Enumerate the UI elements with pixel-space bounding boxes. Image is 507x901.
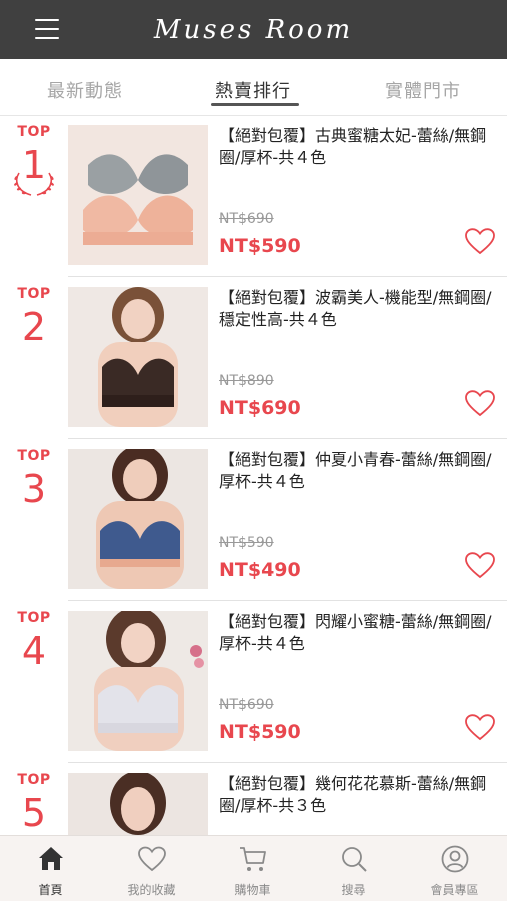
list-item[interactable]: TOP 5 【絕對包覆】幾何花花慕斯-蕾絲/無鋼圈/厚杯-共３色 [0, 763, 507, 835]
product-image[interactable] [68, 287, 208, 427]
rank-top-label: TOP [17, 124, 51, 140]
original-price: NT$590 [219, 535, 274, 551]
original-price: NT$690 [219, 211, 274, 227]
rank-number: 5 [21, 791, 47, 835]
product-title[interactable]: 【絕對包覆】古典蜜糖太妃-蕾絲/無鋼圈/厚杯-共４色 [219, 125, 494, 169]
nav-label: 首頁 [38, 883, 63, 897]
original-price: NT$690 [219, 697, 274, 713]
product-image[interactable] [68, 611, 208, 751]
nav-label: 會員專區 [430, 883, 479, 897]
list-item[interactable]: TOP 4 【絕對包覆】閃耀小蜜糖-蕾絲/無鋼圈/厚杯-共４色 NT$690 N… [0, 601, 507, 763]
nav-search[interactable]: 搜尋 [303, 836, 404, 901]
search-icon [342, 847, 367, 872]
heart-icon [138, 846, 166, 872]
rank-number: 3 [21, 467, 47, 511]
tab-latest-news[interactable]: 最新動態 [25, 77, 145, 103]
nav-cart[interactable]: 購物車 [202, 836, 303, 901]
heart-icon[interactable] [465, 714, 495, 741]
rank-top-label: TOP [17, 772, 51, 788]
nav-home[interactable]: 首頁 [0, 836, 101, 901]
product-title[interactable]: 【絕對包覆】閃耀小蜜糖-蕾絲/無鋼圈/厚杯-共４色 [219, 611, 494, 655]
sale-price: NT$590 [219, 235, 301, 257]
product-title[interactable]: 【絕對包覆】幾何花花慕斯-蕾絲/無鋼圈/厚杯-共３色 [219, 773, 494, 817]
nav-label: 搜尋 [341, 883, 366, 897]
logo: Muses Room [153, 14, 354, 45]
app-header: Muses Room [0, 0, 507, 59]
list-item[interactable]: TOP 3 【絕對包覆】仲夏小青春-蕾絲/無鋼圈/厚杯-共４色 NT$590 N… [0, 439, 507, 601]
tab-bar: 最新動態 熱賣排行 實體門市 [0, 59, 507, 116]
rank-top-label: TOP [17, 286, 51, 302]
rank-number: 2 [21, 305, 47, 349]
heart-icon[interactable] [465, 390, 495, 417]
nav-label: 我的收藏 [127, 883, 176, 897]
bottom-nav: 首頁 我的收藏 購物車 搜尋 會員專區 [0, 835, 507, 901]
rank-top-label: TOP [17, 448, 51, 464]
product-image[interactable] [68, 449, 208, 589]
product-image[interactable] [68, 125, 208, 265]
ranking-list[interactable]: TOP 1 【絕對包覆】古典蜜糖太妃-蕾絲/無鋼圈/厚杯-共４色 NT$690 … [0, 115, 507, 835]
product-image[interactable] [68, 773, 208, 835]
heart-icon[interactable] [465, 228, 495, 255]
list-item[interactable]: TOP 2 【絕對包覆】波霸美人-機能型/無鋼圈/穩定性高-共４色 NT$890… [0, 277, 507, 439]
rank-number: 4 [21, 629, 47, 673]
heart-icon[interactable] [465, 552, 495, 579]
menu-icon[interactable] [35, 19, 59, 39]
user-icon [441, 845, 469, 873]
product-title[interactable]: 【絕對包覆】波霸美人-機能型/無鋼圈/穩定性高-共４色 [219, 287, 494, 331]
nav-member[interactable]: 會員專區 [404, 836, 505, 901]
sale-price: NT$590 [219, 721, 301, 743]
nav-label: 購物車 [234, 883, 271, 897]
sale-price: NT$490 [219, 559, 301, 581]
list-item[interactable]: TOP 1 【絕對包覆】古典蜜糖太妃-蕾絲/無鋼圈/厚杯-共４色 NT$690 … [0, 115, 507, 277]
home-icon [39, 847, 63, 870]
laurel-icon [14, 172, 54, 196]
active-tab-indicator [211, 103, 299, 106]
sale-price: NT$690 [219, 397, 301, 419]
original-price: NT$890 [219, 373, 274, 389]
cart-icon [240, 847, 266, 871]
rank-top-label: TOP [17, 610, 51, 626]
tab-best-sellers[interactable]: 熱賣排行 [193, 77, 313, 103]
product-title[interactable]: 【絕對包覆】仲夏小青春-蕾絲/無鋼圈/厚杯-共４色 [219, 449, 494, 493]
tab-stores[interactable]: 實體門市 [363, 77, 483, 103]
nav-favorites[interactable]: 我的收藏 [101, 836, 202, 901]
